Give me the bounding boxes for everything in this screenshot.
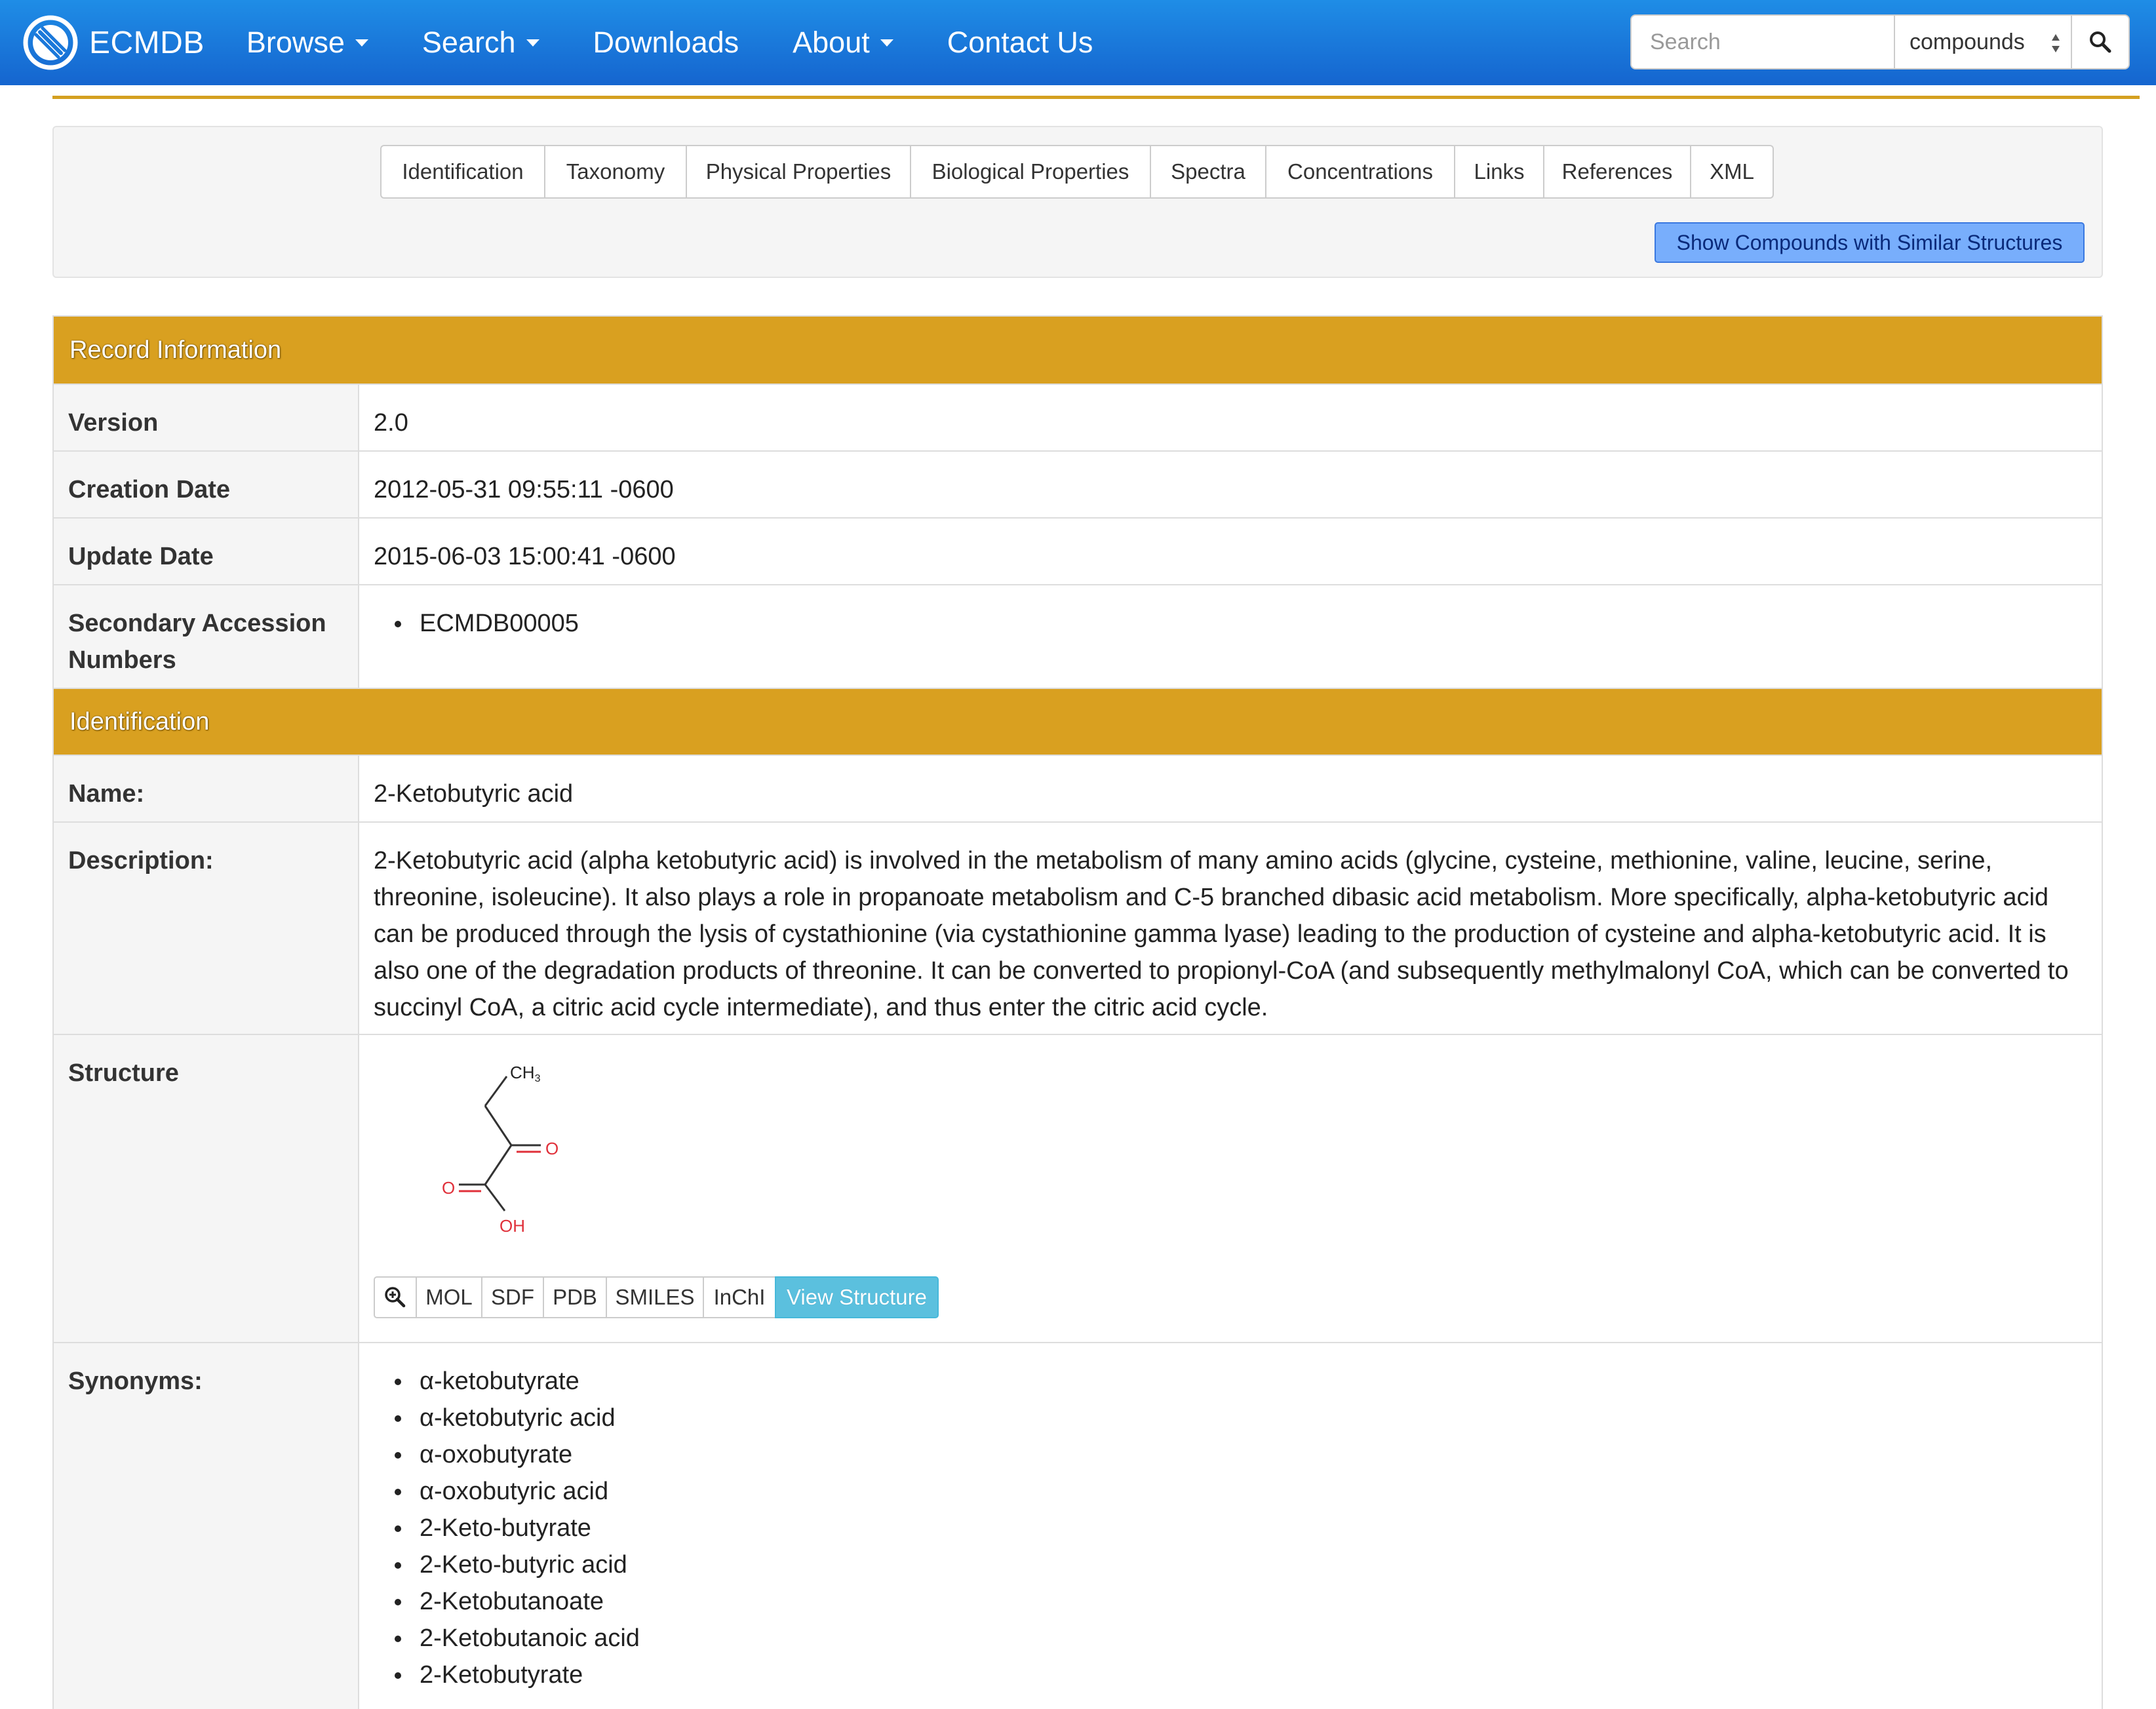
zoom-in-icon [385, 1287, 406, 1308]
synonym-item: 2-Keto-butyrate [395, 1510, 2086, 1546]
synonym-item: α-ketobutyrate [395, 1363, 2086, 1400]
main-nav: Browse Search Downloads About Contact Us [246, 0, 1147, 85]
synonyms-row: Synonyms: α-ketobutyrate α-ketobutyric a… [54, 1342, 2102, 1709]
keto-oxygen-label: O [545, 1139, 559, 1158]
mol-download-button[interactable]: MOL [416, 1276, 482, 1318]
description-label: Description: [54, 823, 359, 1034]
section-nav-panel: Identification Taxonomy Physical Propert… [52, 126, 2103, 278]
top-navbar: ECMDB Browse Search Downloads About Cont… [0, 0, 2156, 85]
methyl-atom-label: CH3 [510, 1063, 541, 1084]
tab-taxonomy[interactable]: Taxonomy [544, 145, 687, 199]
update-date-value: 2015-06-03 15:00:41 -0600 [374, 543, 676, 570]
caret-down-icon [526, 39, 539, 47]
search-scope-value: compounds [1910, 29, 2025, 54]
acid-oxygen-label: O [442, 1178, 455, 1198]
name-value: 2-Ketobutyric acid [374, 780, 574, 808]
ecmdb-logo-icon [23, 15, 78, 70]
version-label: Version [54, 385, 359, 450]
update-date-row: Update Date 2015-06-03 15:00:41 -0600 [54, 517, 2102, 584]
caret-down-icon [355, 39, 368, 47]
update-date-label: Update Date [54, 519, 359, 584]
zoom-structure-button[interactable] [374, 1276, 417, 1318]
tab-references[interactable]: References [1543, 145, 1691, 199]
synonyms-value: α-ketobutyrate α-ketobutyric acid α-oxob… [359, 1343, 2102, 1709]
section-tabs: Identification Taxonomy Physical Propert… [380, 145, 1774, 199]
compound-record-table: Record Information Version 2.0 Creation … [52, 315, 2103, 1709]
tab-biological-properties[interactable]: Biological Properties [910, 145, 1151, 199]
hydroxyl-label: OH [500, 1216, 525, 1236]
tab-concentrations[interactable]: Concentrations [1265, 145, 1455, 199]
structure-image: CH3 O O OH [442, 1063, 559, 1236]
tab-xml[interactable]: XML [1690, 145, 1774, 199]
select-arrows-icon [2052, 34, 2060, 52]
view-structure-button[interactable]: View Structure [775, 1276, 939, 1318]
search-button[interactable] [2072, 14, 2130, 69]
nav-browse[interactable]: Browse [246, 26, 368, 60]
search-input[interactable] [1630, 14, 1895, 69]
smiles-download-button[interactable]: SMILES [606, 1276, 704, 1318]
nav-contact-label: Contact Us [947, 26, 1093, 59]
secondary-accession-value: ECMDB00005 [359, 585, 2102, 688]
secondary-accession-label: Secondary Accession Numbers [54, 585, 359, 688]
synonym-item: 2-Ketobutanoic acid [395, 1620, 2086, 1657]
accession-number: ECMDB00005 [395, 605, 2086, 642]
caret-down-icon [880, 39, 893, 47]
name-row: Name: 2-Ketobutyric acid [54, 755, 2102, 821]
structure-value: CH3 O O OH MOL SDF PDB SMILES InChI View… [359, 1035, 2102, 1342]
record-information-heading: Record Information [54, 317, 2102, 383]
synonym-item: α-oxobutyric acid [395, 1473, 2086, 1510]
creation-date-label: Creation Date [54, 452, 359, 517]
nav-search[interactable]: Search [422, 26, 539, 60]
show-similar-structures-button[interactable]: Show Compounds with Similar Structures [1655, 222, 2085, 263]
synonym-item: 2-Ketobutyrate [395, 1657, 2086, 1693]
structure-row: Structure CH3 O O OH MOL SDF PDB SMILES … [54, 1034, 2102, 1342]
nav-contact-us[interactable]: Contact Us [947, 26, 1093, 60]
nav-downloads[interactable]: Downloads [593, 26, 739, 60]
synonyms-list: α-ketobutyrate α-ketobutyric acid α-oxob… [374, 1363, 2086, 1693]
search-scope-select[interactable]: compounds [1895, 14, 2072, 69]
tab-spectra[interactable]: Spectra [1150, 145, 1266, 199]
secondary-accession-row: Secondary Accession Numbers ECMDB00005 [54, 584, 2102, 688]
synonym-item: 2-Ketobutanoate [395, 1583, 2086, 1620]
tab-physical-properties[interactable]: Physical Properties [686, 145, 911, 199]
pdb-download-button[interactable]: PDB [543, 1276, 607, 1318]
identification-heading: Identification [54, 688, 2102, 755]
nav-about[interactable]: About [793, 26, 893, 60]
structure-download-buttons: MOL SDF PDB SMILES InChI View Structure [374, 1276, 2086, 1318]
brand-name[interactable]: ECMDB [89, 25, 205, 61]
nav-downloads-label: Downloads [593, 26, 739, 59]
synonym-item: α-oxobutyrate [395, 1436, 2086, 1473]
description-value: 2-Ketobutyric acid (alpha ketobutyric ac… [374, 847, 2069, 1021]
synonym-item: α-ketobutyric acid [395, 1400, 2086, 1436]
structure-label: Structure [54, 1035, 359, 1342]
description-row: Description: 2-Ketobutyric acid (alpha k… [54, 821, 2102, 1034]
inchi-download-button[interactable]: InChI [703, 1276, 776, 1318]
version-value: 2.0 [374, 409, 408, 437]
tab-links[interactable]: Links [1454, 145, 1544, 199]
brand[interactable]: ECMDB [22, 0, 205, 85]
nav-browse-label: Browse [246, 26, 345, 59]
nav-about-label: About [793, 26, 870, 59]
search-icon [2090, 31, 2111, 53]
header-divider [52, 96, 2140, 99]
name-label: Name: [54, 756, 359, 821]
synonym-item: 2-Keto-butyric acid [395, 1546, 2086, 1583]
sdf-download-button[interactable]: SDF [481, 1276, 544, 1318]
creation-date-value: 2012-05-31 09:55:11 -0600 [374, 476, 674, 503]
nav-search-label: Search [421, 26, 516, 59]
navbar-search-form: compounds [1630, 14, 2130, 69]
tab-identification[interactable]: Identification [380, 145, 545, 199]
version-row: Version 2.0 [54, 383, 2102, 450]
creation-date-row: Creation Date 2012-05-31 09:55:11 -0600 [54, 450, 2102, 517]
synonyms-label: Synonyms: [54, 1343, 359, 1709]
